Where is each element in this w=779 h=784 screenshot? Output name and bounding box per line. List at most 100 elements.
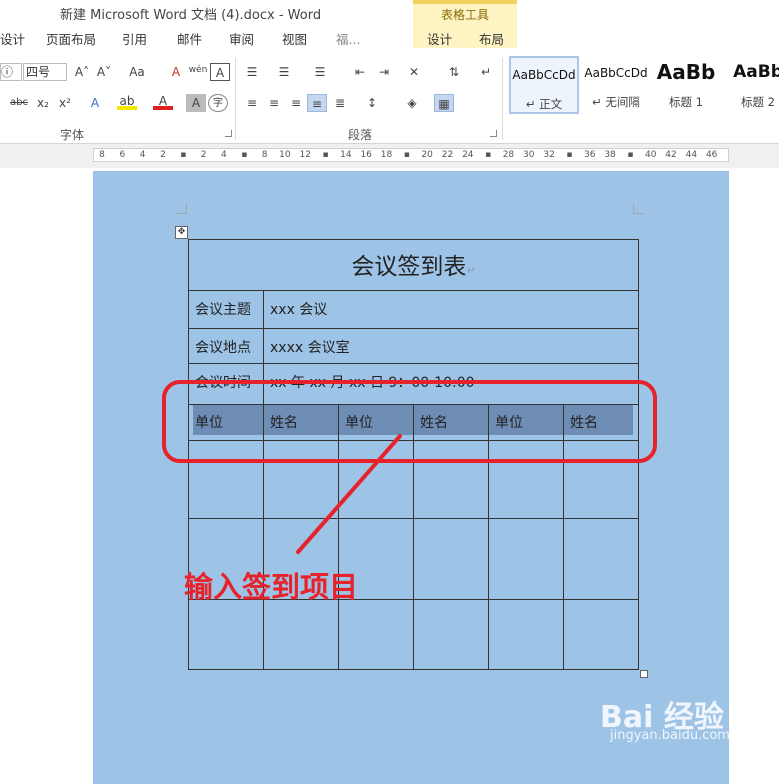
align-left-icon[interactable]: ≡ [242,94,262,112]
table-resize-handle-icon[interactable] [640,670,648,678]
tab-table-design[interactable]: 设计 [427,29,452,48]
annotation-text: 输入签到项目 [184,570,359,604]
ruler-tick: 38 [604,150,616,160]
topic-value[interactable]: xxx 会议 [270,299,327,319]
align-right-icon[interactable]: ≡ [286,94,306,112]
ruler-tick: 8 [99,150,105,160]
style-sample: AaBb [733,62,779,82]
table-border [188,290,639,291]
strikethrough-button[interactable]: abc [8,94,30,112]
char-shading-button[interactable]: A [186,94,206,112]
tab-mailings[interactable]: 邮件 [177,29,202,48]
ruler-tick: ▪ [403,150,410,160]
decrease-indent-icon[interactable]: ⇤ [350,63,370,81]
font-name-box[interactable]: ⓘ [0,63,22,81]
show-marks-icon[interactable]: ↵ [476,63,496,81]
bullets-icon[interactable]: ☰ [242,63,262,81]
tab-review[interactable]: 审阅 [229,29,254,48]
table-border [188,363,639,364]
style-heading-1[interactable]: AaBb 标题 1 [651,56,721,114]
table-border [188,239,639,240]
baidu-watermark-url: jingyan.baidu.com [610,728,730,743]
table-tools-label: 表格工具 [440,8,489,22]
table-border [188,328,639,329]
grow-font-button[interactable]: A˄ [72,63,92,81]
ruler-tick: ▪ [566,150,573,160]
ruler-tick: 28 [502,150,515,160]
font-size-box[interactable]: 四号 [23,63,67,81]
style-name: 标题 1 [669,95,703,109]
asian-layout-icon[interactable]: ✕ [404,63,424,81]
style-name: ↵ 正文 [525,97,563,111]
clear-format-button[interactable]: A [166,63,186,81]
line-spacing-icon[interactable]: ↕ [362,94,382,112]
font-dialog-launcher-icon[interactable] [225,130,232,137]
style-normal[interactable]: AaBbCcDd ↵ 正文 [509,56,579,114]
ruler-tick: 6 [119,150,126,160]
ruler-tick: 8 [261,150,268,160]
styles-gallery: AaBbCcDd ↵ 正文 AaBbCcDd ↵ 无间隔 AaBb 标题 1 A… [507,56,779,116]
ruler-tick: 12 [299,150,311,160]
crop-mark [633,203,644,214]
paragraph-group-label: 段落 [348,128,373,142]
phonetic-guide-button[interactable]: wén [188,61,208,79]
increase-indent-icon[interactable]: ⇥ [374,63,394,81]
multilevel-list-icon[interactable]: ☰ [310,63,330,81]
table-move-handle-icon[interactable]: ✥ [175,226,188,239]
superscript-button[interactable]: x² [55,94,75,112]
ruler-tick: 32 [543,150,555,160]
align-center-icon[interactable]: ≡ [264,94,284,112]
ruler-tick: 40 [644,150,657,160]
ruler-tick: 36 [584,150,596,160]
group-separator [502,58,503,140]
tab-page-layout[interactable]: 页面布局 [46,29,96,48]
ruler-tick: 30 [523,150,535,160]
tab-view[interactable]: 视图 [282,29,307,48]
tab-truncated[interactable]: 福... [336,29,360,48]
text-effect-button[interactable]: A [85,94,105,112]
group-separator [235,58,236,140]
borders-icon[interactable]: ▦ [434,94,454,112]
crop-mark [176,203,187,214]
tab-references[interactable]: 引用 [122,29,147,48]
title-bar: 新建 Microsoft Word 文档 (4).docx - Word [0,0,779,26]
horizontal-ruler[interactable]: 8 6 4 2 ▪ 2 4 ▪ 8 10 12 ▪ 14 16 18 ▪ 20 22 24 ▪ 28 30 32 ▪ 36 38 ▪… [93,148,729,162]
tab-table-layout[interactable]: 布局 [479,29,504,48]
style-no-spacing[interactable]: AaBbCcDd ↵ 无间隔 [581,56,651,114]
topic-label: 会议主题 [195,302,251,318]
location-label: 会议地点 [195,340,251,356]
numbering-icon[interactable]: ☰ [274,63,294,81]
enclose-char-button[interactable]: 字 [208,94,228,112]
ruler-tick: 18 [380,150,393,160]
ruler-tick: 10 [279,150,291,160]
change-case-button[interactable]: Aa [122,63,152,81]
style-name: ↵ 无间隔 [592,95,640,109]
tab-design[interactable]: 设计 [0,29,25,48]
ruler-tick: ▪ [241,150,248,160]
shrink-font-button[interactable]: A˅ [94,63,114,81]
table-border [263,290,264,670]
ruler-tick: 4 [139,150,146,160]
distribute-icon[interactable]: ≣ [330,94,350,112]
location-value[interactable]: xxxx 会议室 [270,337,350,357]
highlight-button[interactable]: ab [117,92,137,110]
paragraph-dialog-launcher-icon[interactable] [490,130,497,137]
style-sample: AaBbCcDd [512,68,576,82]
shading-icon[interactable]: ◈ [402,94,422,112]
font-color-button[interactable]: A [153,92,173,110]
ruler-tick: 42 [665,150,677,160]
justify-icon[interactable]: ≡ [307,94,327,112]
ruler-tick: 4 [221,150,227,160]
style-sample: AaBbCcDd [584,66,648,80]
style-sample: AaBb [656,60,716,84]
sort-icon[interactable]: ⇅ [444,63,464,81]
ruler-tick: 22 [441,150,454,160]
ruler-tick: 24 [462,150,474,160]
style-heading-2[interactable]: AaBb 标题 2 [723,56,779,114]
style-name: 标题 2 [741,95,775,109]
ruler-tick: 2 [160,150,166,160]
document-title: 新建 Microsoft Word 文档 (4).docx - Word [60,8,322,23]
char-border-button[interactable]: A [210,63,230,81]
table-title: 会议签到表↵ [351,254,476,280]
subscript-button[interactable]: x₂ [33,94,53,112]
